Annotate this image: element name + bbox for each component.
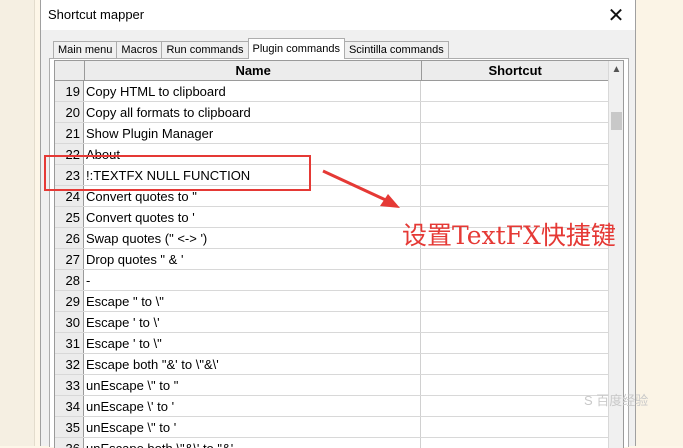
watermark: S 百度经验: [584, 393, 649, 408]
row-number: 30: [55, 312, 84, 332]
shortcut-cell[interactable]: [421, 102, 607, 122]
title-bar[interactable]: Shortcut mapper ✕: [41, 0, 635, 30]
command-name-cell[interactable]: Copy all formats to clipboard: [84, 102, 421, 122]
row-number: 20: [55, 102, 84, 122]
command-name-cell[interactable]: Escape ' to \': [84, 312, 421, 332]
shortcut-cell[interactable]: [421, 291, 607, 311]
table-row[interactable]: 34 unEscape \' to ': [55, 396, 608, 417]
command-name-cell[interactable]: -: [84, 270, 421, 290]
table-row[interactable]: 21 Show Plugin Manager: [55, 123, 608, 144]
row-number: 33: [55, 375, 84, 395]
window-title: Shortcut mapper: [48, 7, 145, 22]
shortcut-cell[interactable]: [421, 123, 607, 143]
command-name-cell[interactable]: Escape ' to \": [84, 333, 421, 353]
header-shortcut[interactable]: Shortcut: [422, 61, 608, 80]
scroll-up-arrow-icon[interactable]: ▲: [609, 62, 623, 77]
grid-header: Name Shortcut: [55, 61, 608, 81]
shortcut-cell[interactable]: [421, 165, 607, 185]
table-row[interactable]: 19 Copy HTML to clipboard: [55, 81, 608, 102]
command-name-cell[interactable]: Copy HTML to clipboard: [84, 81, 421, 101]
table-row[interactable]: 31 Escape ' to \": [55, 333, 608, 354]
table-row[interactable]: 33 unEscape \" to ": [55, 375, 608, 396]
tab-panel: Name Shortcut 19 Copy HTML to clipboard 20…: [49, 58, 629, 448]
row-number: 21: [55, 123, 84, 143]
table-row[interactable]: 20 Copy all formats to clipboard: [55, 102, 608, 123]
shortcut-cell[interactable]: [421, 333, 607, 353]
table-row[interactable]: 27 Drop quotes " & ': [55, 249, 608, 270]
shortcut-cell[interactable]: [421, 81, 607, 101]
row-number: 19: [55, 81, 84, 101]
command-name-cell[interactable]: Swap quotes (" <-> '): [84, 228, 421, 248]
shortcut-cell[interactable]: [421, 438, 607, 448]
command-name-cell[interactable]: unEscape \' to ': [84, 396, 421, 416]
header-name[interactable]: Name: [85, 61, 423, 80]
shortcut-cell[interactable]: [421, 249, 607, 269]
table-row[interactable]: 35 unEscape \" to ': [55, 417, 608, 438]
table-row[interactable]: 36unEscape both \"&\' to "&': [55, 438, 608, 448]
table-row[interactable]: 29 Escape " to \": [55, 291, 608, 312]
tab-strip: Main menu Macros Run commands Plugin com…: [53, 38, 449, 59]
command-name-cell[interactable]: Drop quotes " & ': [84, 249, 421, 269]
shortcut-cell[interactable]: [421, 375, 607, 395]
command-name-cell[interactable]: unEscape both \"&\' to "&': [84, 438, 421, 448]
annotation-text: 设置TextFX快捷键: [402, 221, 616, 250]
command-name-cell[interactable]: Escape both "&' to \"&\': [84, 354, 421, 374]
shortcut-cell[interactable]: [421, 354, 607, 374]
row-number: 34: [55, 396, 84, 416]
command-name-cell[interactable]: unEscape \" to ": [84, 375, 421, 395]
header-row-number: [55, 61, 85, 80]
shortcut-cell[interactable]: [421, 270, 607, 290]
scrollbar-thumb[interactable]: [611, 112, 622, 130]
row-number: 28: [55, 270, 84, 290]
background-editor-gutter: [0, 0, 35, 446]
table-row[interactable]: 30 Escape ' to \': [55, 312, 608, 333]
shortcut-cell[interactable]: [421, 417, 607, 437]
row-number: 25: [55, 207, 84, 227]
highlight-box: [44, 155, 311, 191]
row-number: 32: [55, 354, 84, 374]
row-number: 26: [55, 228, 84, 248]
shortcut-cell[interactable]: [421, 144, 607, 164]
tab-main-menu[interactable]: Main menu: [53, 41, 118, 59]
row-number: 29: [55, 291, 84, 311]
background-editor-area: [636, 0, 683, 446]
table-row[interactable]: 28-: [55, 270, 608, 291]
command-name-cell[interactable]: Show Plugin Manager: [84, 123, 421, 143]
tab-plugin-commands[interactable]: Plugin commands: [247, 38, 345, 59]
command-name-cell[interactable]: unEscape \" to ': [84, 417, 421, 437]
row-number: 35: [55, 417, 84, 437]
row-number: 36: [55, 438, 84, 448]
tab-scintilla-commands[interactable]: Scintilla commands: [343, 41, 449, 59]
shortcut-cell[interactable]: [421, 396, 607, 416]
row-number: 31: [55, 333, 84, 353]
close-icon[interactable]: ✕: [601, 2, 631, 28]
annotation-arrow-icon: [322, 169, 400, 208]
command-name-cell[interactable]: Escape " to \": [84, 291, 421, 311]
tab-macros[interactable]: Macros: [116, 41, 163, 59]
shortcut-grid: Name Shortcut 19 Copy HTML to clipboard 20…: [54, 60, 624, 448]
shortcut-cell[interactable]: [421, 186, 607, 206]
shortcut-cell[interactable]: [421, 312, 607, 332]
grid-rows: 19 Copy HTML to clipboard 20 Copy all forma…: [55, 81, 608, 448]
row-number: 27: [55, 249, 84, 269]
tab-run-commands[interactable]: Run commands: [161, 41, 249, 59]
table-row[interactable]: 32 Escape both "&' to \"&\': [55, 354, 608, 375]
